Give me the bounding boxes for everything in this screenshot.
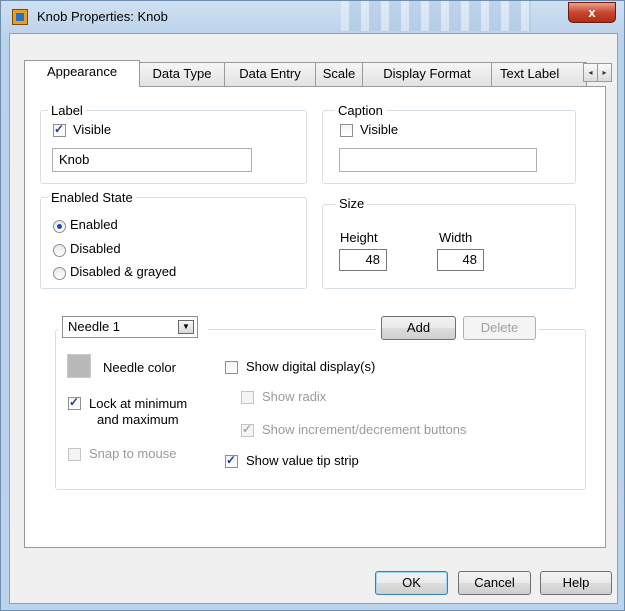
show-value-tip-strip-checkbox[interactable]	[225, 453, 238, 468]
tab-appearance[interactable]: Appearance	[24, 60, 140, 87]
height-input[interactable]: 48	[339, 249, 387, 271]
show-increment-buttons-label: Show increment/decrement buttons	[262, 422, 467, 437]
disabled-radio-label: Disabled	[70, 241, 121, 256]
label-visible-checkbox[interactable]	[53, 122, 66, 137]
tab-scale[interactable]: Scale	[315, 62, 363, 86]
labview-app-icon	[12, 9, 28, 25]
disabled-radio[interactable]	[53, 244, 66, 257]
lock-min-max-checkbox[interactable]	[68, 395, 81, 410]
help-button[interactable]: Help	[540, 571, 612, 595]
close-button[interactable]: x	[568, 2, 616, 23]
ok-button[interactable]: OK	[375, 571, 448, 595]
show-radix-checkbox[interactable]	[241, 391, 254, 404]
caption-visible-checkbox[interactable]	[340, 124, 353, 137]
lock-min-max-label-line2: and maximum	[97, 412, 179, 427]
lock-min-max-label-line1: Lock at minimum	[89, 396, 188, 411]
size-group	[322, 204, 576, 289]
tab-scroll-left-icon[interactable]: ◂	[583, 63, 598, 82]
needle-select[interactable]: Needle 1 ▼	[62, 316, 198, 338]
chevron-down-icon[interactable]: ▼	[178, 320, 194, 334]
needle-color-label: Needle color	[103, 360, 176, 375]
tab-scroll-right-icon[interactable]: ▸	[597, 63, 612, 82]
enabled-state-title: Enabled State	[48, 190, 136, 205]
tab-display-format[interactable]: Display Format	[362, 62, 492, 86]
snap-to-mouse-checkbox[interactable]	[68, 448, 81, 461]
label-visible-label: Visible	[73, 122, 112, 137]
show-value-tip-strip-label: Show value tip strip	[246, 453, 359, 468]
show-increment-buttons-checkbox[interactable]	[241, 422, 254, 437]
enabled-radio[interactable]	[53, 220, 66, 233]
title-bar[interactable]: Knob Properties: Knob x	[1, 1, 624, 33]
snap-to-mouse-label: Snap to mouse	[89, 446, 177, 461]
show-radix-label: Show radix	[262, 389, 327, 404]
tab-data-entry[interactable]: Data Entry	[224, 62, 316, 86]
needle-color-swatch[interactable]	[67, 354, 91, 378]
needle-select-value: Needle 1	[68, 319, 121, 334]
show-digital-display-label: Show digital display(s)	[246, 359, 376, 374]
tab-data-type[interactable]: Data Type	[139, 62, 225, 86]
caption-group-title: Caption	[335, 103, 386, 118]
delete-needle-button[interactable]: Delete	[463, 316, 536, 340]
tab-text-labels[interactable]: Text Label	[491, 62, 587, 86]
width-label: Width	[439, 230, 473, 245]
cancel-button[interactable]: Cancel	[458, 571, 531, 595]
title-bar-glass	[341, 1, 531, 31]
caption-text-input[interactable]	[339, 148, 537, 172]
disabled-grayed-radio-label: Disabled & grayed	[70, 264, 177, 279]
window-title: Knob Properties: Knob	[37, 9, 168, 24]
disabled-grayed-radio[interactable]	[53, 267, 66, 280]
label-group-title: Label	[48, 103, 86, 118]
show-digital-display-checkbox[interactable]	[225, 361, 238, 374]
label-text-input[interactable]: Knob	[52, 148, 252, 172]
add-needle-button[interactable]: Add	[381, 316, 456, 340]
enabled-radio-label: Enabled	[70, 217, 118, 232]
height-label: Height	[340, 230, 378, 245]
size-group-title: Size	[336, 196, 368, 211]
width-input[interactable]: 48	[437, 249, 484, 271]
caption-visible-label: Visible	[360, 122, 399, 137]
